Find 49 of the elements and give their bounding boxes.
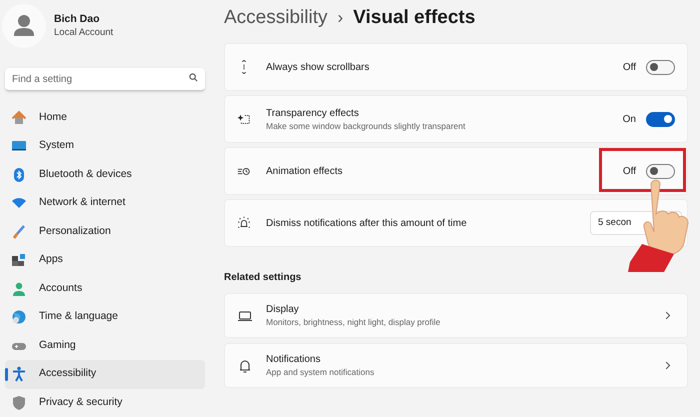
sparkle-frame-icon bbox=[237, 112, 251, 126]
avatar-icon bbox=[2, 4, 46, 48]
nav-item[interactable]: Time & language bbox=[5, 303, 205, 332]
toggle-switch[interactable] bbox=[646, 60, 675, 74]
link-title: Notifications bbox=[266, 353, 322, 366]
nav-item[interactable]: Apps bbox=[5, 246, 205, 274]
related-setting-link[interactable]: Display Monitors, brightness, night light, display profile bbox=[224, 293, 688, 338]
toggle-state-label: Off bbox=[622, 164, 636, 178]
apps-icon bbox=[11, 252, 27, 268]
breadcrumb-link[interactable]: Accessibility bbox=[224, 4, 328, 32]
bluetooth-icon bbox=[11, 166, 27, 183]
search-field[interactable]: Find a setting bbox=[5, 68, 205, 91]
toggle-state-label: On bbox=[622, 112, 636, 126]
link-title: Display bbox=[266, 303, 300, 316]
page-title: Visual effects bbox=[353, 6, 476, 30]
setting-title: Animation effects bbox=[266, 164, 344, 178]
nav-item[interactable]: Home bbox=[5, 104, 205, 132]
selection-indicator bbox=[5, 368, 8, 381]
globe-clock-icon bbox=[11, 309, 27, 326]
search-icon bbox=[189, 72, 198, 82]
nav-item[interactable]: Personalization bbox=[5, 218, 205, 246]
nav-item[interactable]: Accessibility bbox=[5, 360, 205, 388]
nav-item[interactable]: Privacy & security bbox=[5, 388, 205, 417]
account-name: Bich Dao bbox=[54, 12, 101, 26]
link-description: App and system notifications bbox=[266, 366, 376, 378]
breadcrumb-separator: › bbox=[337, 7, 344, 30]
bell-icon bbox=[237, 358, 253, 374]
nav-item[interactable]: Accounts bbox=[5, 274, 205, 303]
dotted-bell-icon bbox=[237, 216, 251, 230]
setting-title: Dismiss notifications after this amount of time bbox=[266, 216, 468, 230]
link-description: Monitors, brightness, night light, display profile bbox=[266, 316, 442, 328]
account-type: Local Account bbox=[54, 26, 114, 40]
toggle-switch[interactable] bbox=[646, 112, 675, 126]
toggle-switch[interactable] bbox=[646, 164, 675, 178]
nav-item[interactable]: Network & internet bbox=[5, 189, 205, 218]
accessibility-icon bbox=[11, 366, 27, 382]
nav-item[interactable]: Gaming bbox=[5, 332, 205, 360]
brush-icon bbox=[11, 224, 27, 240]
toggle-state-label: Off bbox=[622, 60, 636, 74]
related-setting-link[interactable]: Notifications App and system notifications bbox=[224, 343, 688, 388]
setting-description: Make some window backgrounds slightly transparent bbox=[266, 120, 466, 132]
home-icon bbox=[11, 110, 27, 126]
shield-icon bbox=[11, 394, 27, 411]
nav-item[interactable]: System bbox=[5, 132, 205, 160]
section-heading: Related settings bbox=[224, 271, 302, 285]
setting-title: Transparency effects bbox=[266, 106, 360, 120]
nav-item[interactable]: Bluetooth & devices bbox=[5, 160, 205, 189]
setting-title: Always show scrollbars bbox=[266, 60, 370, 74]
person-icon bbox=[11, 280, 27, 297]
